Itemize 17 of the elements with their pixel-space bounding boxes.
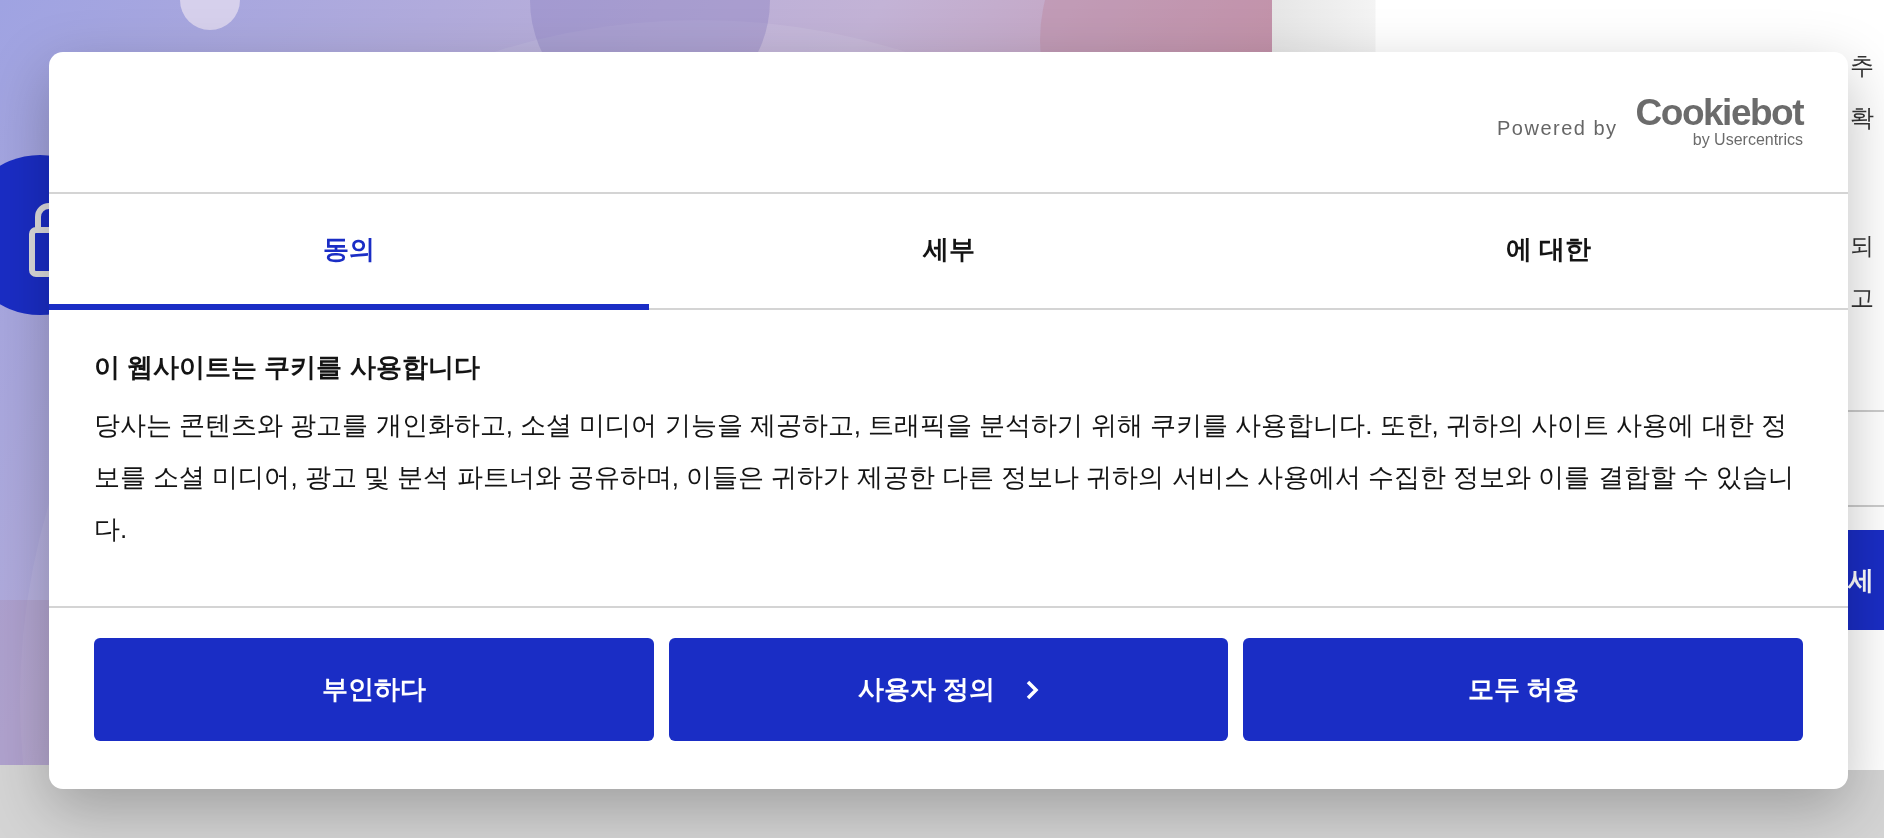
logo-text: Cookiebot bbox=[1635, 95, 1803, 131]
background-button[interactable]: 세 bbox=[1848, 530, 1884, 630]
background-text: 확 bbox=[1850, 103, 1874, 133]
logo-tagline: by Usercentrics bbox=[1692, 131, 1803, 149]
tab[interactable]: 에 대한 bbox=[1248, 194, 1848, 310]
action-button[interactable]: 모두 허용 bbox=[1243, 638, 1803, 741]
chevron-icon bbox=[1025, 679, 1040, 700]
dialog-heading: 이 웹사이트는 쿠키를 사용합니다 bbox=[94, 351, 481, 384]
background-text: 추 bbox=[1850, 51, 1874, 81]
tab[interactable]: 동의 bbox=[49, 194, 649, 310]
dialog-text: 당사는 콘텐츠와 광고를 개인화하고, 소셜 미디어 기능을 제공하고, 트래픽을 분석하기 위해 쿠키를 사용합니다. 또한, 귀하의 사이트 사용에 대한 정보를 소셜 미디어, 광고 및 분석 파트너와 공유하며, 이들은 귀하가 제공한 다른 정보나 귀하의 서비스 사용에서 수집한 정보와 이를 결합할 수 있습니다. bbox=[94, 409, 1796, 546]
tab[interactable]: 세부 bbox=[648, 194, 1249, 310]
action-button[interactable]: 사용자 정의 bbox=[668, 638, 1229, 741]
background-text: 되 bbox=[1850, 231, 1874, 261]
action-button[interactable]: 부인하다 bbox=[94, 638, 654, 741]
powered-by-text: Powered by bbox=[1497, 116, 1618, 140]
background-text: 고 bbox=[1850, 283, 1874, 313]
